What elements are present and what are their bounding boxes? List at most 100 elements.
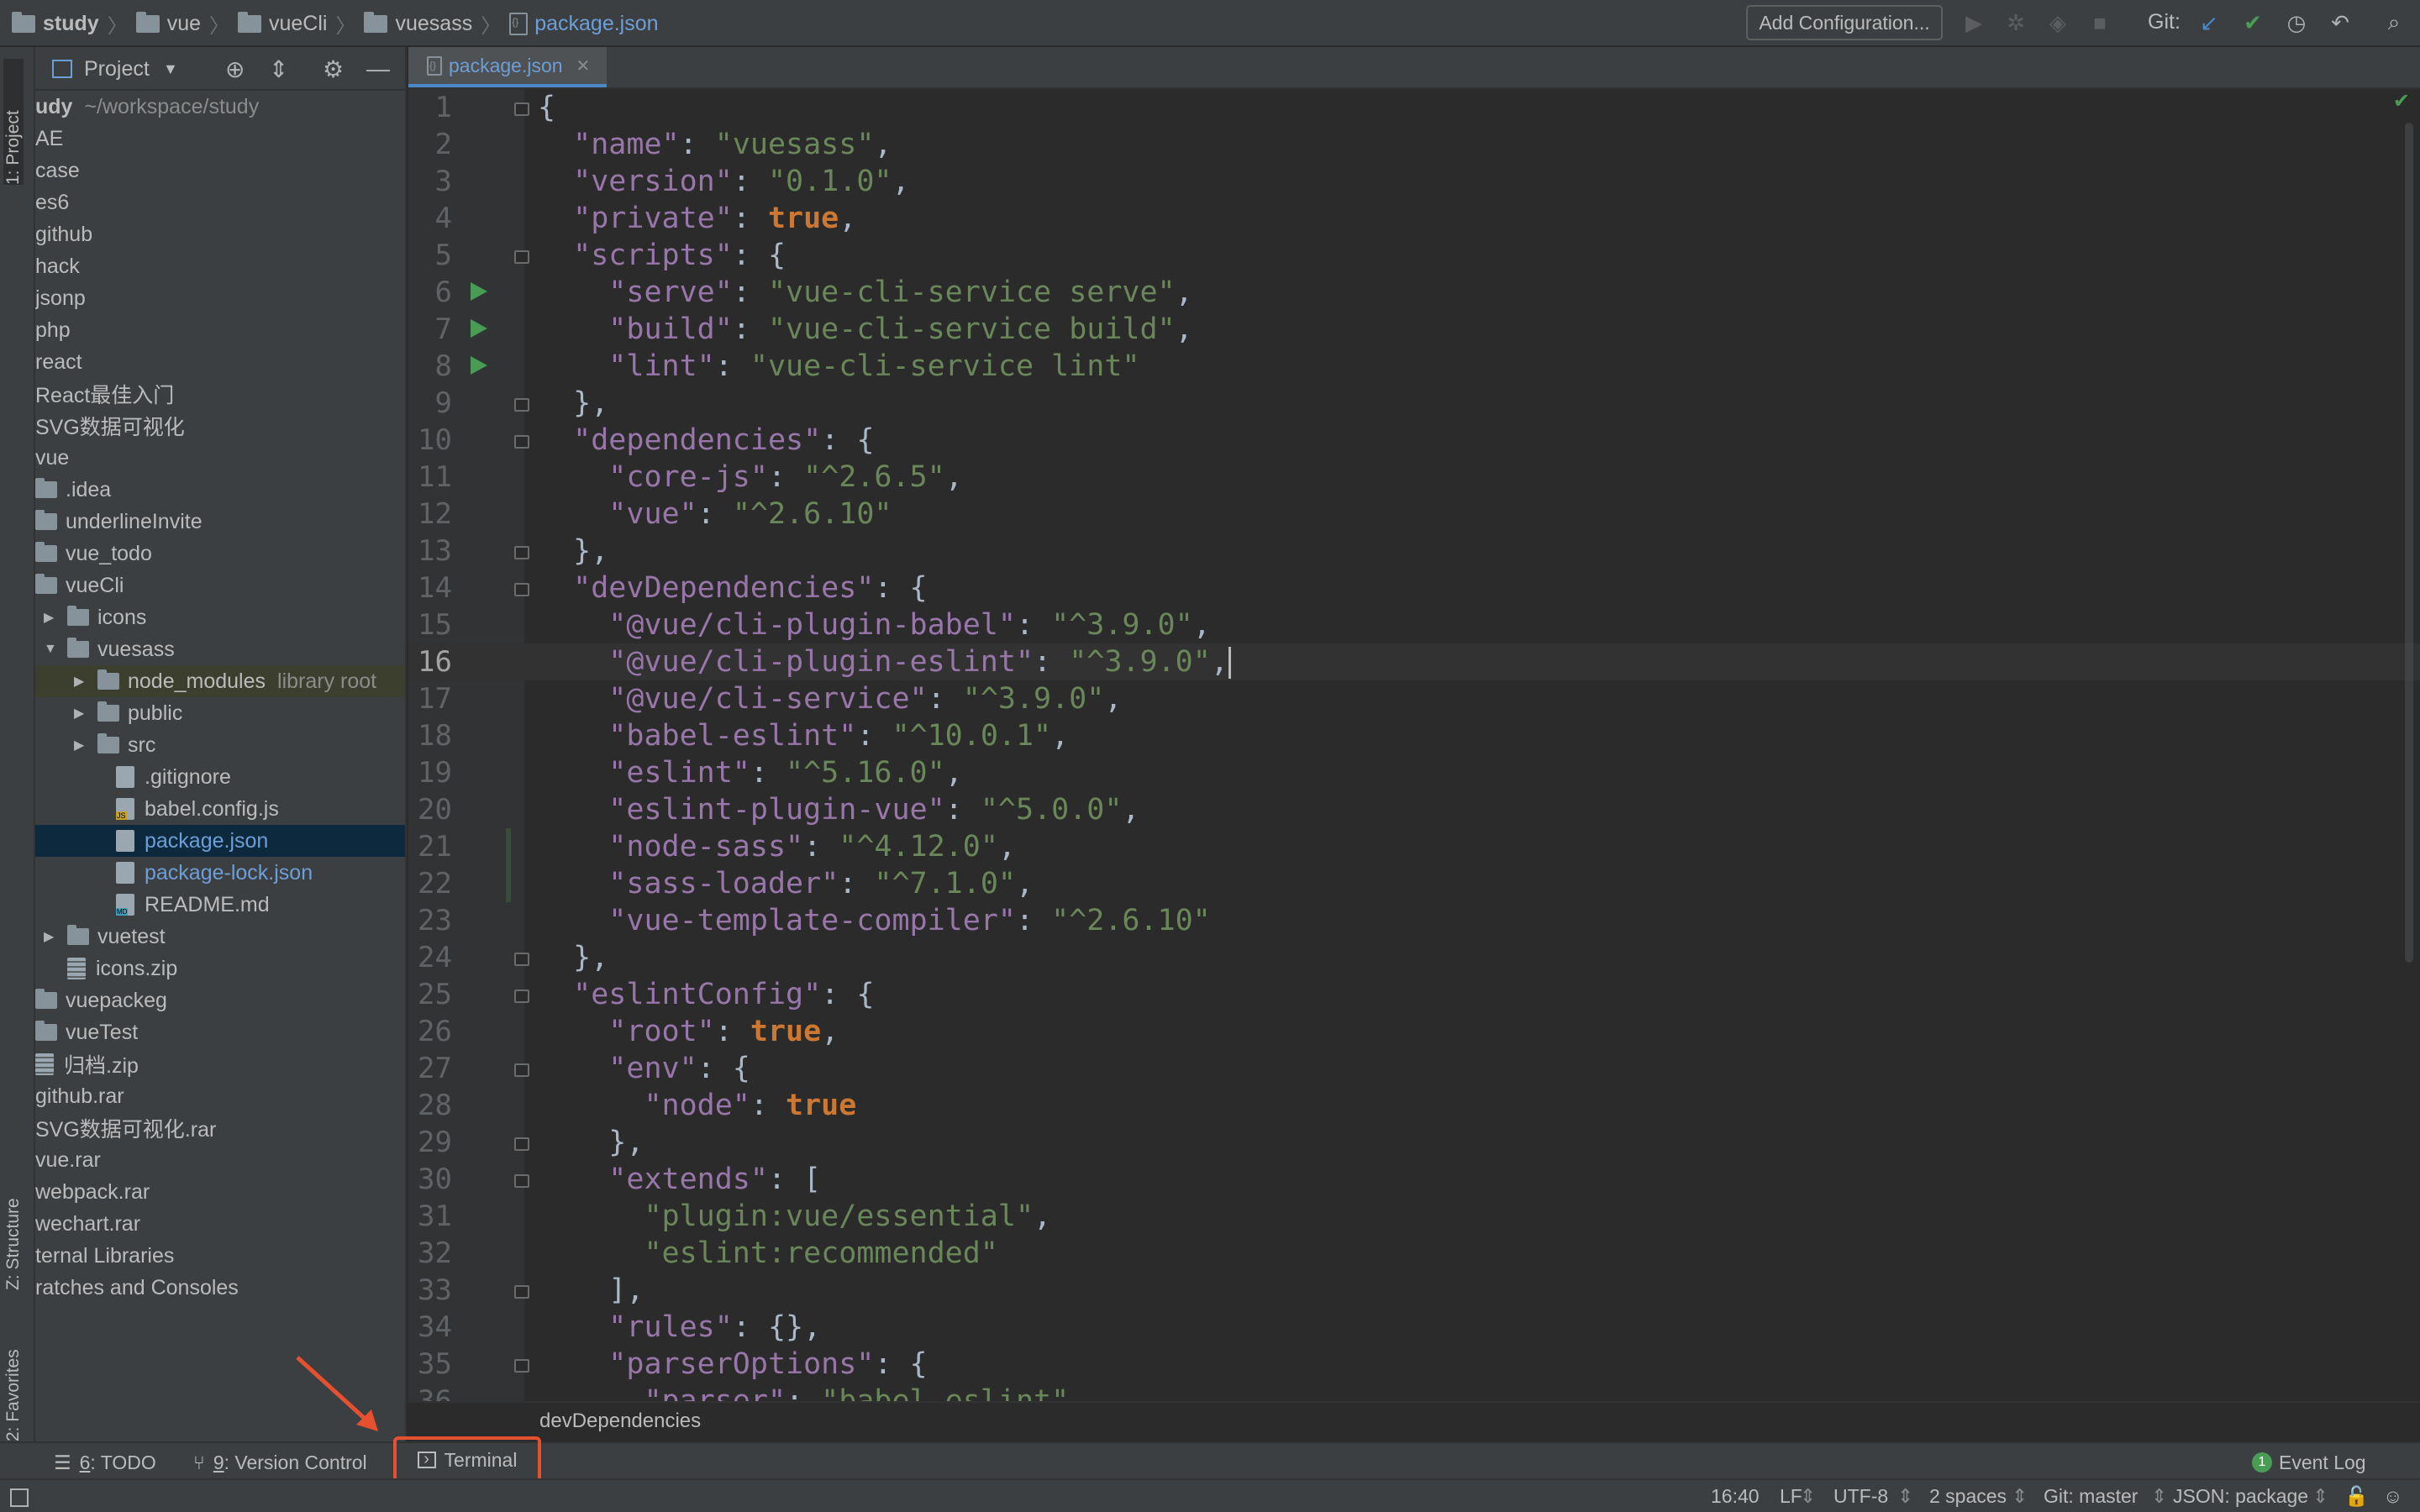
tree-item[interactable]: AE xyxy=(35,123,405,155)
tree-item[interactable]: .idea xyxy=(35,474,405,506)
tree-item[interactable]: babel.config.js xyxy=(35,793,405,825)
git-branch[interactable]: Git: master xyxy=(2044,1485,2138,1508)
breadcrumb-item-vuesass[interactable]: vuesass xyxy=(364,11,472,36)
chevron-right-icon[interactable]: ▶ xyxy=(35,609,67,626)
tree-item[interactable]: ▶ node_modules library root xyxy=(35,665,405,697)
tree-item[interactable]: vue xyxy=(35,442,405,474)
breadcrumb-item-vuecli[interactable]: vueCli xyxy=(238,11,327,36)
rollback-icon[interactable]: ↶ xyxy=(2328,10,2353,35)
fold-icon[interactable] xyxy=(514,398,529,412)
indent-setting[interactable]: 2 spaces xyxy=(1929,1485,2007,1508)
tree-item[interactable]: webpack.rar xyxy=(35,1176,405,1208)
tree-item[interactable]: hack xyxy=(35,250,405,282)
fold-icon[interactable] xyxy=(514,546,529,559)
tree-item[interactable]: case xyxy=(35,155,405,186)
coverage-icon[interactable]: ◈ xyxy=(2045,10,2070,35)
inspector-icon[interactable]: ☺ xyxy=(2383,1485,2402,1508)
fold-icon[interactable] xyxy=(514,1285,529,1299)
tree-item[interactable]: vueTest xyxy=(35,1016,405,1048)
breadcrumb-item-file[interactable]: package.json xyxy=(509,12,659,36)
fold-icon[interactable] xyxy=(514,250,529,264)
project-view-selector[interactable]: Project xyxy=(84,57,150,81)
tree-item[interactable]: github.rar xyxy=(35,1080,405,1112)
tree-item[interactable]: ▶ vuetest xyxy=(35,921,405,953)
fold-icon[interactable] xyxy=(514,990,529,1003)
tree-item[interactable]: ▶ icons xyxy=(35,601,405,633)
tree-item[interactable]: ternal Libraries xyxy=(35,1240,405,1272)
run-script-icon[interactable] xyxy=(471,319,487,338)
collapse-all-icon[interactable]: ⇕ xyxy=(269,55,288,83)
fold-icon[interactable] xyxy=(514,953,529,966)
breadcrumb-item-study[interactable]: study xyxy=(12,11,99,36)
run-script-icon[interactable] xyxy=(471,356,487,375)
history-icon[interactable]: ◷ xyxy=(2284,10,2309,35)
lock-icon[interactable]: 🔓 xyxy=(2344,1485,2369,1508)
file-encoding[interactable]: UTF-8 xyxy=(1833,1485,1888,1508)
fold-icon[interactable] xyxy=(514,1063,529,1077)
tree-item[interactable]: README.md xyxy=(35,889,405,921)
chevron-down-icon[interactable]: ▼ xyxy=(163,60,178,78)
tree-item[interactable]: ▶ public xyxy=(35,697,405,729)
gear-icon[interactable]: ⚙ xyxy=(323,55,344,83)
tree-item[interactable]: ▶ src xyxy=(35,729,405,761)
tree-item[interactable]: wechart.rar xyxy=(35,1208,405,1240)
chevron-right-icon[interactable]: ▶ xyxy=(66,673,97,690)
tree-item[interactable]: github xyxy=(35,218,405,250)
add-configuration-button[interactable]: Add Configuration... xyxy=(1746,5,1943,40)
tree-item[interactable]: php xyxy=(35,314,405,346)
event-log-button[interactable]: 1 Event Log xyxy=(2252,1448,2366,1477)
tree-item[interactable]: package-lock.json xyxy=(35,857,405,889)
tree-item[interactable]: 归档.zip xyxy=(35,1048,405,1080)
tab-terminal[interactable]: › Terminal xyxy=(393,1436,541,1483)
fold-icon[interactable] xyxy=(514,1174,529,1188)
code-editor[interactable]: 1{2 "name": "vuesass", 3 "version": "0.1.… xyxy=(408,89,2420,1401)
close-icon[interactable]: ✕ xyxy=(576,55,591,76)
tab-version-control[interactable]: ⑂ 9: Version Control xyxy=(193,1448,367,1477)
tab-package-json[interactable]: package.json ✕ xyxy=(408,47,607,87)
tree-item[interactable]: ratches and Consoles xyxy=(35,1272,405,1304)
fold-icon[interactable] xyxy=(514,435,529,449)
tree-item[interactable]: vue.rar xyxy=(35,1144,405,1176)
git-commit-icon[interactable]: ✔ xyxy=(2240,10,2265,35)
tree-item[interactable]: React最佳入门 xyxy=(35,378,405,410)
tree-item[interactable]: es6 xyxy=(35,186,405,218)
tree-item[interactable]: .gitignore xyxy=(35,761,405,793)
json-schema[interactable]: JSON: package xyxy=(2173,1485,2308,1508)
tab-favorites[interactable]: 2: Favorites xyxy=(3,1290,24,1441)
tree-item[interactable]: ▼ vuesass xyxy=(35,633,405,665)
caret-position[interactable]: 16:40 xyxy=(1711,1485,1760,1508)
tab-project[interactable]: 1: Project xyxy=(3,59,24,185)
fold-icon[interactable] xyxy=(514,583,529,596)
fold-icon[interactable] xyxy=(514,1137,529,1151)
run-icon[interactable]: ▶ xyxy=(1961,10,1986,35)
chevron-right-icon[interactable]: ▶ xyxy=(66,705,97,722)
tree-item[interactable]: SVG数据可视化 xyxy=(35,410,405,442)
tree-item[interactable]: vuepackeg xyxy=(35,984,405,1016)
toggle-tool-windows-icon[interactable] xyxy=(10,1488,29,1507)
tree-item[interactable]: jsonp xyxy=(35,282,405,314)
chevron-right-icon[interactable]: ▶ xyxy=(35,928,67,945)
change-marker[interactable] xyxy=(506,828,511,865)
line-separator[interactable]: LF xyxy=(1780,1485,1802,1508)
editor-scrollbar[interactable] xyxy=(2405,123,2413,963)
tree-item[interactable]: icons.zip xyxy=(35,953,405,984)
inspection-ok-icon[interactable]: ✔ xyxy=(2393,89,2410,113)
debug-icon[interactable]: ✲ xyxy=(2003,10,2028,35)
tree-item[interactable]: vueCli xyxy=(35,570,405,601)
code-breadcrumb-item[interactable]: devDependencies xyxy=(539,1410,701,1433)
tree-item[interactable]: SVG数据可视化.rar xyxy=(35,1112,405,1144)
hide-icon[interactable]: — xyxy=(366,55,390,82)
breadcrumb-item-vue[interactable]: vue xyxy=(135,11,201,36)
tab-structure[interactable]: Z: Structure xyxy=(3,1122,24,1290)
stop-icon[interactable]: ■ xyxy=(2087,10,2112,35)
git-update-icon[interactable]: ↙ xyxy=(2196,10,2222,35)
run-script-icon[interactable] xyxy=(471,282,487,301)
chevron-down-icon[interactable]: ▼ xyxy=(35,642,67,657)
change-marker[interactable] xyxy=(506,865,511,902)
tab-todo[interactable]: ☰ 6: TODO xyxy=(54,1448,156,1477)
tree-item[interactable]: vue_todo xyxy=(35,538,405,570)
tree-item[interactable]: package.json xyxy=(35,825,405,857)
tree-item[interactable]: udy ~/workspace/study xyxy=(35,91,405,123)
chevron-right-icon[interactable]: ▶ xyxy=(66,737,97,753)
tree-item[interactable]: underlineInvite xyxy=(35,506,405,538)
